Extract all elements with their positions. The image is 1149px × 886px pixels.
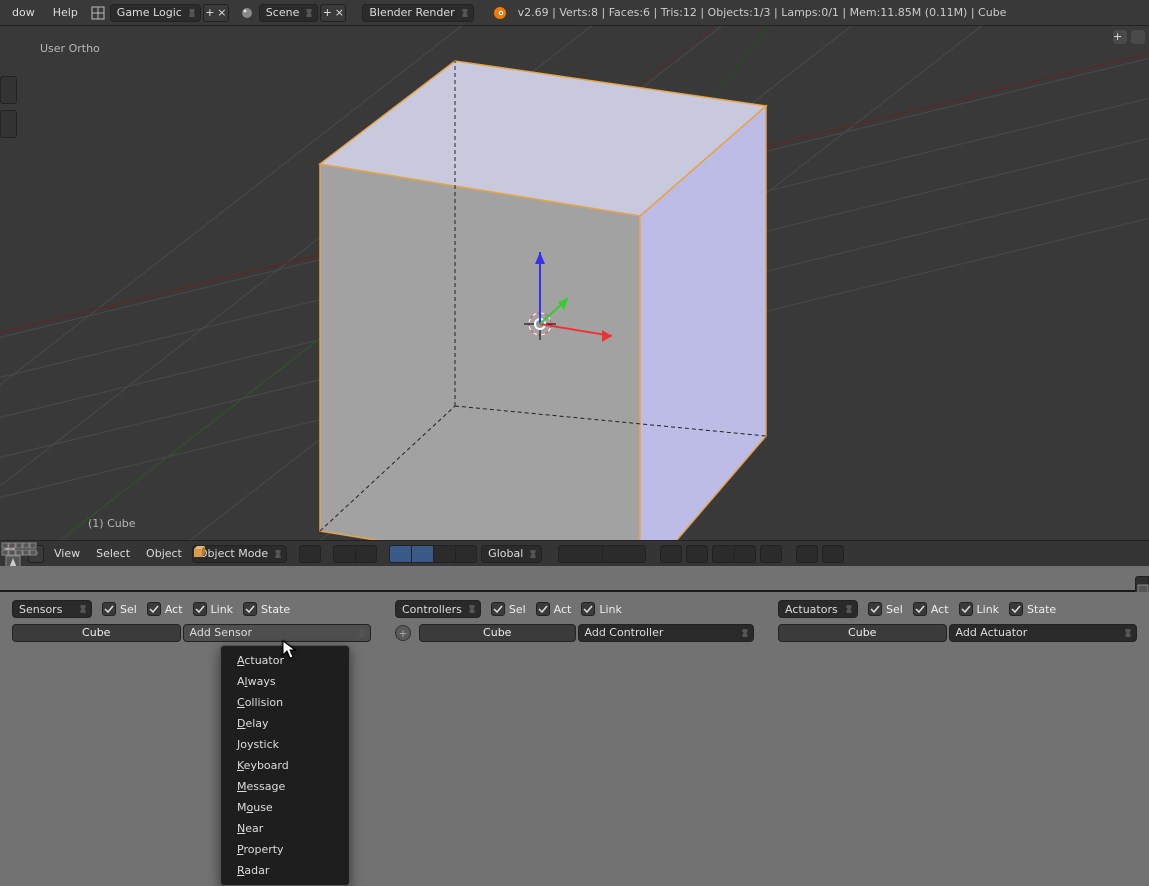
controllers-sel-checkbox[interactable]: Sel [491, 602, 526, 616]
mode-dropdown[interactable]: Object Mode [192, 545, 287, 563]
cube-icon [193, 546, 205, 558]
plus-icon[interactable]: + [204, 5, 216, 21]
menu-help[interactable]: Help [45, 3, 86, 22]
pivot-group [333, 545, 377, 563]
view-name-label: User Ortho [40, 42, 100, 55]
controllers-link-checkbox[interactable]: Link [581, 602, 622, 616]
menu-item-collision[interactable]: Collision [221, 692, 349, 713]
menu-view[interactable]: View [48, 544, 86, 563]
layer-buttons-right[interactable] [602, 545, 646, 563]
close-icon[interactable]: × [333, 5, 345, 21]
viewport-canvas [0, 26, 1149, 566]
snap-toggle[interactable] [686, 545, 708, 563]
sensors-state-checkbox[interactable]: State [243, 602, 290, 616]
snap-target-dropdown[interactable] [734, 545, 756, 563]
render-animation-button[interactable] [822, 545, 844, 563]
viewport-corner-handle[interactable] [1131, 30, 1145, 44]
translate-manipulator[interactable] [411, 545, 433, 563]
render-preview-button[interactable] [760, 545, 782, 563]
sensors-object-name[interactable]: Cube [12, 624, 181, 642]
snap-element-dropdown[interactable] [712, 545, 734, 563]
add-sensor-dropdown[interactable]: Add Sensor [183, 624, 372, 642]
sensors-link-checkbox[interactable]: Link [193, 602, 234, 616]
menu-item-delay[interactable]: Delay [221, 713, 349, 734]
tool-tab-1[interactable] [0, 76, 17, 104]
sensors-type-dropdown[interactable]: Sensors [12, 600, 92, 618]
menu-item-property[interactable]: Property [221, 839, 349, 860]
menu-object[interactable]: Object [140, 544, 188, 563]
scene-icon [237, 6, 257, 20]
menu-item-mouse[interactable]: Mouse [221, 797, 349, 818]
close-icon[interactable]: × [216, 5, 228, 21]
actuators-link-checkbox[interactable]: Link [959, 602, 1000, 616]
viewport-plus-icon[interactable]: + [1113, 30, 1127, 44]
snap-group [712, 545, 756, 563]
menu-item-near[interactable]: Near [221, 818, 349, 839]
shading-dropdown[interactable] [299, 545, 321, 563]
menu-item-joystick[interactable]: Joystick [221, 734, 349, 755]
lock-camera-button[interactable] [660, 545, 682, 563]
orientation-dropdown[interactable]: Global [481, 545, 542, 563]
layers-group [558, 545, 646, 563]
scene-dropdown[interactable]: Scene [259, 4, 319, 22]
3d-viewport[interactable]: + User Ortho (1) Cube z y x ◦ View Selec… [0, 26, 1149, 566]
logic-editor: Sensors Sel Act Link State Cube Add Sens… [0, 592, 1149, 878]
menu-window[interactable]: dow [4, 3, 43, 22]
screen-layout-icon[interactable] [88, 6, 108, 20]
screen-layout-buttons[interactable]: +× [203, 4, 229, 22]
controllers-act-checkbox[interactable]: Act [536, 602, 572, 616]
scale-manipulator[interactable] [455, 545, 477, 563]
menu-item-always[interactable]: Always [221, 671, 349, 692]
actuators-state-checkbox[interactable]: State [1009, 602, 1056, 616]
stats-text: v2.69 | Verts:8 | Faces:6 | Tris:12 | Ob… [512, 6, 1007, 19]
scene-buttons[interactable]: +× [320, 4, 346, 22]
sensors-column: Sensors Sel Act Link State Cube Add Sens… [12, 600, 371, 642]
view3d-header: ◦ View Select Object Object Mode Global [0, 540, 1149, 566]
controllers-expand-icon[interactable]: + [395, 625, 411, 641]
add-controller-dropdown[interactable]: Add Controller [578, 624, 755, 642]
actuators-type-dropdown[interactable]: Actuators [778, 600, 858, 618]
menu-item-keyboard[interactable]: Keyboard [221, 755, 349, 776]
actuators-column: Actuators Sel Act Link State Cube Add Ac… [778, 600, 1137, 642]
plus-icon[interactable]: + [321, 5, 333, 21]
add-sensor-menu: Actuator Always Collision Delay Joystick… [220, 645, 350, 886]
blender-logo-icon [490, 5, 510, 21]
layer-buttons-left[interactable] [558, 545, 602, 563]
pivot-dropdown[interactable] [333, 545, 355, 563]
controllers-object-name[interactable]: Cube [419, 624, 576, 642]
actuators-act-checkbox[interactable]: Act [913, 602, 949, 616]
object-name-label: (1) Cube [88, 517, 135, 530]
menu-select[interactable]: Select [90, 544, 136, 563]
pivot-individual-button[interactable] [355, 545, 377, 563]
add-actuator-dropdown[interactable]: Add Actuator [949, 624, 1138, 642]
controllers-column: Controllers Sel Act Link + Cube Add Cont… [395, 600, 754, 642]
menu-item-actuator[interactable]: Actuator [221, 650, 349, 671]
actuators-sel-checkbox[interactable]: Sel [868, 602, 903, 616]
info-header: dow Help Game Logic +× Scene +× Blender … [0, 0, 1149, 26]
sensors-sel-checkbox[interactable]: Sel [102, 602, 137, 616]
screen-layout-dropdown[interactable]: Game Logic [110, 4, 201, 22]
tool-tab-2[interactable] [0, 110, 17, 138]
controllers-type-dropdown[interactable]: Controllers [395, 600, 481, 618]
menu-item-message[interactable]: Message [221, 776, 349, 797]
manipulator-group [389, 545, 477, 563]
render-image-button[interactable] [796, 545, 818, 563]
actuators-object-name[interactable]: Cube [778, 624, 947, 642]
render-engine-dropdown[interactable]: Blender Render [362, 4, 473, 22]
rotate-manipulator[interactable] [433, 545, 455, 563]
manipulator-toggle[interactable] [389, 545, 411, 563]
sensors-act-checkbox[interactable]: Act [147, 602, 183, 616]
